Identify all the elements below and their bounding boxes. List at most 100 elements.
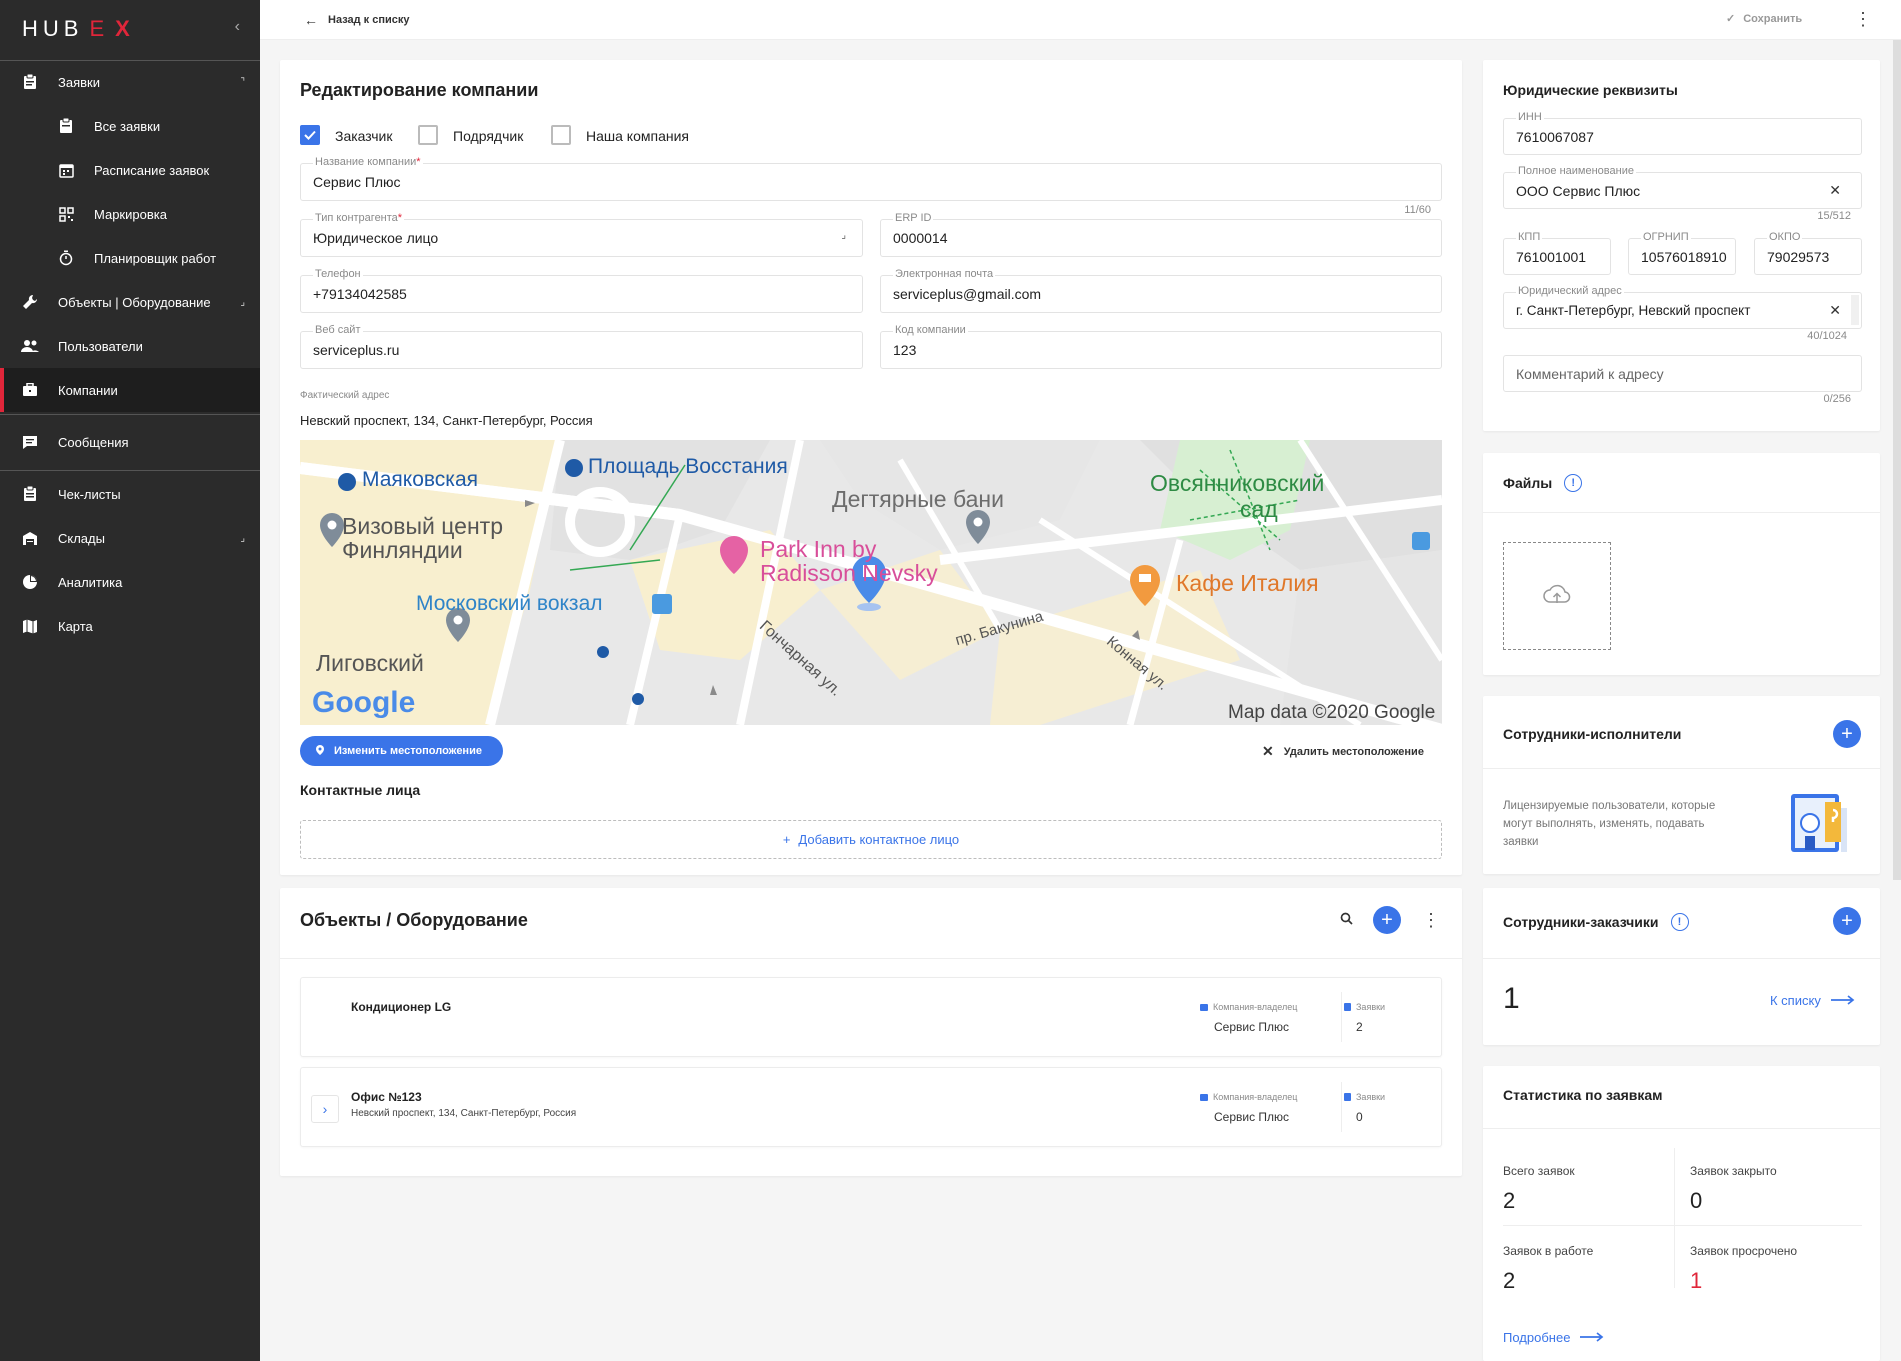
- add-executor-button[interactable]: +: [1833, 720, 1861, 748]
- requests-header: Заявки: [1344, 1092, 1385, 1102]
- email-field[interactable]: Электронная почта serviceplus@gmail.com: [880, 268, 1442, 313]
- company-name-label: Название компании*: [313, 156, 423, 168]
- sidebar-item-analytics[interactable]: Аналитика: [0, 560, 260, 604]
- contractor-checkbox[interactable]: [418, 125, 438, 145]
- sidebar-item-messages[interactable]: Сообщения: [0, 420, 260, 464]
- table-row[interactable]: Кондиционер LG Компания-владелец Сервис …: [300, 977, 1442, 1057]
- map-label: Площадь Восстания: [588, 455, 788, 478]
- our-company-checkbox[interactable]: [551, 125, 571, 145]
- google-logo: Google: [312, 686, 416, 719]
- customers-count: 1: [1503, 982, 1520, 1015]
- search-icon[interactable]: [1340, 912, 1353, 928]
- add-contact-label: Добавить контактное лицо: [798, 832, 960, 847]
- delete-location-button[interactable]: ✕ Удалить местоположение: [1262, 743, 1424, 760]
- inn-field[interactable]: ИНН 7610067087: [1503, 111, 1862, 155]
- top-bar: ← Назад к списку ✓ Сохранить ⋮: [260, 0, 1901, 40]
- sidebar-item-checklists[interactable]: Чек-листы: [0, 472, 260, 516]
- address-comment-placeholder: Комментарий к адресу: [1516, 366, 1664, 382]
- legal-address-label: Юридический адрес: [1516, 285, 1624, 297]
- legal-address-field[interactable]: Юридический адрес г. Санкт-Петербург, Не…: [1503, 285, 1862, 342]
- info-icon[interactable]: !: [1670, 913, 1689, 931]
- ogrnip-field[interactable]: ОГРНИП 10576018910: [1628, 231, 1736, 275]
- divider: [1483, 768, 1880, 769]
- requests-header: Заявки: [1344, 1002, 1385, 1012]
- expand-row-button[interactable]: ›: [311, 1095, 339, 1123]
- clear-icon[interactable]: ✕: [1829, 182, 1841, 199]
- total-requests-label: Всего заявок: [1503, 1164, 1575, 1178]
- object-name: Офис №123: [351, 1090, 422, 1104]
- briefcase-icon: [20, 380, 40, 400]
- total-requests-value: 2: [1503, 1188, 1516, 1213]
- company-code-field[interactable]: Код компании 123: [880, 324, 1442, 369]
- sidebar-item-label: Чек-листы: [58, 486, 121, 502]
- sidebar-item-map[interactable]: Карта: [0, 604, 260, 648]
- more-icon[interactable]: ⋮: [1854, 10, 1872, 28]
- sidebar-item-planner[interactable]: Планировщик работ: [0, 236, 260, 280]
- sidebar-item-schedule[interactable]: Расписание заявок: [0, 148, 260, 192]
- sidebar-item-label: Все заявки: [94, 118, 161, 134]
- collapse-sidebar-icon[interactable]: ‹: [235, 18, 240, 36]
- info-icon[interactable]: !: [1564, 474, 1583, 492]
- hubex-logo[interactable]: HUB E X: [22, 16, 135, 42]
- ogrnip-label: ОГРНИП: [1641, 231, 1691, 243]
- phone-label: Телефон: [313, 268, 363, 280]
- company-code-label: Код компании: [893, 324, 968, 336]
- legal-address-counter: 40/1024: [1807, 330, 1847, 342]
- clear-icon[interactable]: ✕: [1829, 302, 1841, 319]
- full-name-field[interactable]: Полное наименование ООО Сервис Плюс ✕ 15…: [1503, 165, 1862, 222]
- add-contact-button[interactable]: + Добавить контактное лицо: [300, 820, 1442, 859]
- more-icon[interactable]: ⋮: [1422, 911, 1440, 929]
- stopwatch-icon: [56, 248, 76, 268]
- sidebar-item-companies[interactable]: Компании: [0, 368, 260, 412]
- table-row[interactable]: › Офис №123 Невский проспект, 134, Санкт…: [300, 1067, 1442, 1147]
- file-upload-dropzone[interactable]: [1503, 542, 1611, 650]
- inn-label: ИНН: [1516, 111, 1544, 123]
- chevron-down-icon: ⌟: [240, 532, 245, 544]
- page-title: Редактирование компании: [300, 80, 539, 100]
- object-owner[interactable]: Сервис Плюс: [1214, 1020, 1289, 1034]
- website-field[interactable]: Веб сайт serviceplus.ru: [300, 324, 863, 369]
- sidebar-item-users[interactable]: Пользователи: [0, 324, 260, 368]
- kpp-label: КПП: [1516, 231, 1543, 243]
- statistics-title: Статистика по заявкам: [1503, 1087, 1663, 1103]
- sidebar-item-all-requests[interactable]: Все заявки: [0, 104, 260, 148]
- erp-id-field[interactable]: ERP ID 0000014: [880, 212, 1442, 257]
- calendar-icon: [56, 160, 76, 180]
- briefcase-icon: [1200, 1003, 1208, 1011]
- sidebar-item-label: Расписание заявок: [94, 162, 210, 178]
- kpp-field[interactable]: КПП 761001001: [1503, 231, 1611, 275]
- full-name-label: Полное наименование: [1516, 165, 1636, 177]
- add-customer-button[interactable]: +: [1833, 907, 1861, 935]
- sidebar-item-objects[interactable]: Объекты | Оборудование ⌟: [0, 280, 260, 324]
- object-owner[interactable]: Сервис Плюс: [1214, 1110, 1289, 1124]
- sidebar-item-requests[interactable]: Заявки ⌝: [0, 60, 260, 104]
- sidebar-item-warehouses[interactable]: Склады ⌟: [0, 516, 260, 560]
- email-value: serviceplus@gmail.com: [893, 286, 1042, 302]
- back-to-list-button[interactable]: ← Назад к списку: [304, 12, 410, 28]
- phone-field[interactable]: Телефон +79134042585: [300, 268, 863, 313]
- okpo-field[interactable]: ОКПО 79029573: [1754, 231, 1862, 275]
- wrench-icon: [20, 292, 40, 312]
- clipboard-icon: [20, 72, 40, 92]
- change-location-button[interactable]: Изменить местоположение: [300, 736, 503, 766]
- sidebar-item-marking[interactable]: Маркировка: [0, 192, 260, 236]
- textarea-scrollbar[interactable]: [1851, 295, 1859, 325]
- counterparty-type-select[interactable]: Тип контрагента* Юридическое лицо ⌟: [300, 212, 863, 257]
- kpp-value: 761001001: [1516, 249, 1587, 265]
- page-scrollbar[interactable]: [1893, 40, 1901, 880]
- to-list-link[interactable]: К списку: [1770, 993, 1855, 1008]
- company-name-field[interactable]: Название компании* Сервис Плюс 11/60: [300, 156, 1442, 216]
- divider: [1483, 1128, 1880, 1129]
- qr-code-icon: [56, 204, 76, 224]
- save-button[interactable]: ✓ Сохранить: [1726, 12, 1802, 26]
- more-details-link[interactable]: Подробнее: [1503, 1330, 1604, 1345]
- address-comment-field[interactable]: Комментарий к адресу 0/256: [1503, 355, 1862, 405]
- map-label: Лиговский: [316, 650, 424, 676]
- add-object-button[interactable]: +: [1373, 906, 1401, 934]
- plus-icon: +: [1841, 910, 1853, 932]
- to-list-label: К списку: [1770, 993, 1821, 1008]
- location-map[interactable]: Маяковская Площадь Восстания Дегтярные б…: [300, 440, 1442, 725]
- map-icon: [20, 616, 40, 636]
- customer-checkbox[interactable]: [300, 125, 320, 145]
- map-label: Финляндии: [342, 537, 463, 563]
